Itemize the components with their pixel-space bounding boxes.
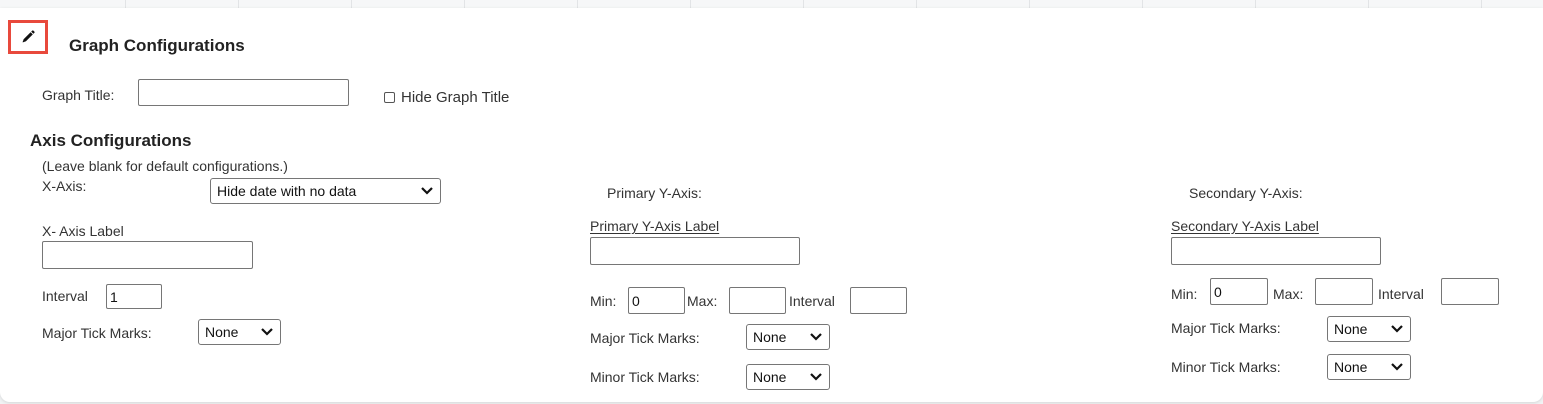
secondary-y-interval-label: Interval [1378, 286, 1424, 302]
primary-y-major-tick-value: None [753, 329, 787, 345]
secondary-y-major-tick-label: Major Tick Marks: [1171, 320, 1281, 336]
chevron-down-icon [810, 333, 822, 341]
x-axis-date-select-value: Hide date with no data [217, 183, 357, 199]
edit-button[interactable] [8, 20, 48, 54]
axis-configurations-heading: Axis Configurations [30, 131, 192, 150]
pencil-icon [22, 30, 35, 43]
secondary-y-minor-tick-value: None [1334, 359, 1368, 375]
chevron-down-icon [421, 187, 433, 195]
primary-y-major-tick-select[interactable]: None [746, 324, 830, 350]
secondary-y-axis-label-input[interactable] [1171, 237, 1381, 265]
secondary-y-major-tick-value: None [1334, 321, 1368, 337]
secondary-y-max-label: Max: [1273, 286, 1304, 302]
chevron-down-icon [1391, 363, 1403, 371]
primary-y-interval-input[interactable] [850, 287, 907, 314]
x-axis-major-tick-value: None [205, 324, 239, 340]
x-axis-interval-input[interactable] [106, 284, 162, 309]
secondary-y-minor-tick-select[interactable]: None [1327, 354, 1411, 380]
chevron-down-icon [810, 373, 822, 381]
x-axis-label-input[interactable] [42, 241, 253, 269]
secondary-y-interval-input[interactable] [1441, 278, 1499, 305]
secondary-y-axis-label-heading: Secondary Y-Axis Label [1171, 218, 1319, 234]
secondary-y-axis-heading: Secondary Y-Axis: [1189, 185, 1303, 201]
secondary-y-min-label: Min: [1171, 286, 1198, 302]
graph-configurations-heading: Graph Configurations [69, 36, 245, 55]
x-axis-major-tick-select[interactable]: None [198, 319, 281, 345]
primary-y-axis-label-heading: Primary Y-Axis Label [590, 218, 720, 234]
hide-graph-title-label: Hide Graph Title [401, 89, 510, 106]
primary-y-major-tick-label: Major Tick Marks: [590, 330, 700, 346]
chevron-down-icon [261, 328, 273, 336]
primary-y-axis-heading: Primary Y-Axis: [607, 185, 702, 201]
primary-y-minor-tick-select[interactable]: None [746, 364, 830, 390]
primary-y-interval-label: Interval [789, 293, 835, 309]
secondary-y-min-input[interactable] [1210, 278, 1268, 305]
x-axis-label-heading: X- Axis Label [42, 223, 124, 239]
primary-y-axis-label-input[interactable] [590, 237, 800, 265]
x-axis-major-tick-label: Major Tick Marks: [42, 325, 152, 341]
axis-configurations-note: (Leave blank for default configurations.… [42, 158, 288, 174]
x-axis-heading: X-Axis: [42, 178, 87, 194]
hide-graph-title-checkbox[interactable] [384, 92, 395, 103]
secondary-y-max-input[interactable] [1315, 278, 1373, 305]
primary-y-max-label: Max: [687, 293, 718, 309]
x-axis-interval-label: Interval [42, 288, 88, 304]
primary-y-max-input[interactable] [729, 287, 786, 314]
primary-y-min-label: Min: [590, 293, 617, 309]
graph-configuration-panel: Graph Configurations Graph Title: Hide G… [0, 8, 1543, 402]
chevron-down-icon [1391, 325, 1403, 333]
graph-title-label: Graph Title: [42, 87, 115, 103]
primary-y-minor-tick-label: Minor Tick Marks: [590, 369, 700, 385]
primary-y-minor-tick-value: None [753, 369, 787, 385]
x-axis-date-select[interactable]: Hide date with no data [210, 178, 441, 204]
graph-title-input[interactable] [138, 79, 349, 106]
primary-y-min-input[interactable] [628, 287, 685, 314]
secondary-y-minor-tick-label: Minor Tick Marks: [1171, 359, 1281, 375]
secondary-y-major-tick-select[interactable]: None [1327, 316, 1411, 342]
